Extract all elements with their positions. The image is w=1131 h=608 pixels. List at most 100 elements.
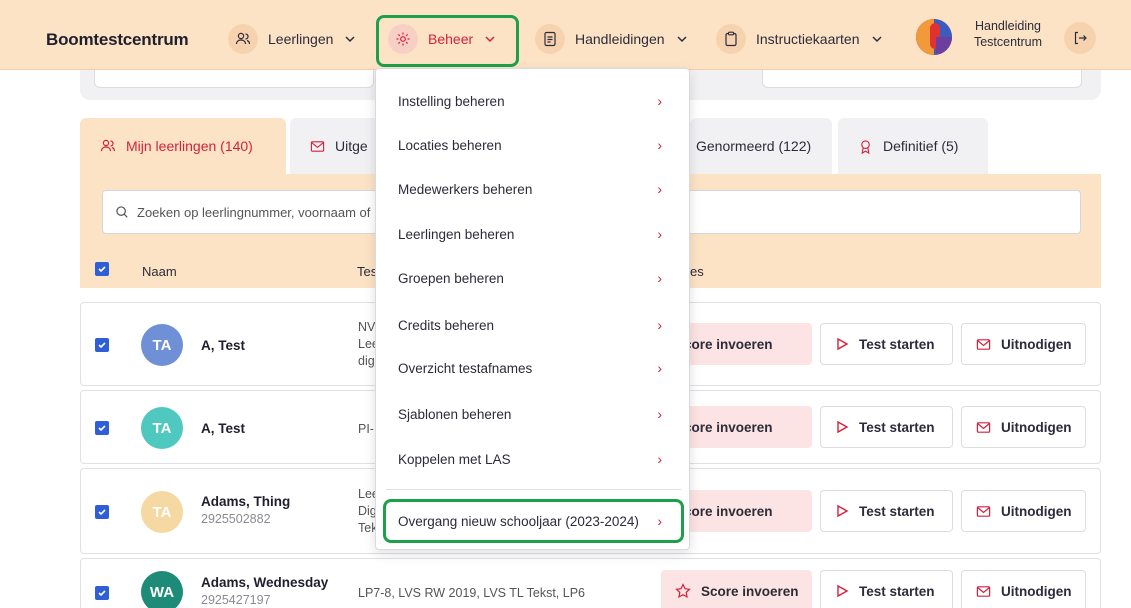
test-starten-button[interactable]: Test starten [820, 570, 953, 608]
menu-item-sjablonen-beheren[interactable]: Sjablonen beheren › [398, 406, 678, 422]
mail-icon [310, 140, 325, 152]
avatar[interactable] [916, 19, 952, 55]
uitnodigen-button[interactable]: Uitnodigen [961, 406, 1086, 448]
tab-label: Uitge [335, 138, 368, 154]
avatar: TA [141, 407, 183, 449]
nav-instructiekaarten[interactable]: Instructiekaarten [716, 22, 884, 56]
users-icon [100, 139, 116, 152]
menu-item-label: Instelling beheren [398, 93, 505, 109]
play-icon [837, 584, 849, 598]
tab-uitgenodigd[interactable]: Uitge [290, 118, 380, 174]
chevron-right-icon: › [657, 181, 662, 197]
check-icon [98, 509, 106, 516]
menu-item-label: Medewerkers beheren [398, 181, 533, 197]
menu-item-label: Groepen beheren [398, 270, 504, 286]
menu-divider [386, 489, 681, 490]
menu-item-overzicht-testafnames[interactable]: Overzicht testafnames › [398, 360, 678, 376]
brand-logo[interactable]: Boomtestcentrum [46, 30, 189, 50]
play-icon [837, 504, 849, 518]
menu-item-medewerkers-beheren[interactable]: Medewerkers beheren › [398, 181, 678, 197]
mail-icon [976, 505, 991, 517]
student-number: 2925427197 [201, 593, 271, 607]
avatar: WA [141, 571, 183, 608]
nav-leerlingen[interactable]: Leerlingen [228, 22, 357, 56]
handleiding-line1: Handleiding [974, 19, 1042, 33]
button-label: Uitnodigen [1001, 503, 1072, 519]
chevron-right-icon: › [657, 226, 662, 242]
nav-label: Leerlingen [268, 31, 334, 47]
test-starten-button[interactable]: Test starten [820, 323, 953, 365]
menu-item-credits-beheren[interactable]: Credits beheren › [398, 317, 678, 333]
beheer-dropdown-menu: Instelling beheren › Locaties beheren › Me… [375, 68, 690, 550]
student-name[interactable]: Adams, Wednesday [201, 575, 328, 590]
logout-button[interactable] [1064, 22, 1096, 54]
chevron-right-icon: › [657, 451, 662, 467]
mail-icon [976, 585, 991, 597]
play-icon [837, 420, 849, 434]
tab-label: Genormeerd (122) [696, 138, 812, 154]
row-checkbox[interactable] [95, 586, 109, 600]
menu-item-label: Koppelen met LAS [398, 451, 511, 467]
menu-item-locaties-beheren[interactable]: Locaties beheren › [398, 137, 678, 153]
document-icon [535, 24, 565, 54]
tab-genormeerd[interactable]: Genormeerd (122) [690, 118, 832, 174]
clipboard-icon [716, 24, 746, 54]
select-all-checkbox[interactable] [95, 262, 109, 276]
play-icon [837, 337, 849, 351]
row-checkbox[interactable] [95, 421, 109, 435]
search-icon [116, 206, 128, 218]
star-icon [675, 583, 691, 599]
nav-label: Handleidingen [575, 31, 665, 47]
menu-item-groepen-beheren[interactable]: Groepen beheren › [398, 270, 678, 286]
student-name[interactable]: A, Test [201, 421, 245, 436]
button-label: Uitnodigen [1001, 419, 1072, 435]
table-row: WA Adams, Wednesday 2925427197 LP7-8, LV… [80, 558, 1101, 608]
chevron-right-icon: › [657, 93, 662, 109]
student-name[interactable]: Adams, Thing [201, 494, 290, 509]
chevron-right-icon: › [657, 406, 662, 422]
row-checkbox[interactable] [95, 505, 109, 519]
avatar: TA [141, 324, 183, 366]
row-checkbox[interactable] [95, 338, 109, 352]
menu-item-koppelen-met-las[interactable]: Koppelen met LAS › [398, 451, 678, 467]
nav-handleidingen[interactable]: Handleidingen [535, 22, 689, 56]
tab-label: Mijn leerlingen (140) [126, 138, 253, 154]
menu-item-instelling-beheren[interactable]: Instelling beheren › [398, 93, 678, 109]
button-label: Test starten [859, 419, 935, 435]
filter-field[interactable] [762, 70, 1082, 88]
uitnodigen-button[interactable]: Uitnodigen [961, 323, 1086, 365]
chevron-down-icon [677, 36, 687, 43]
test-starten-button[interactable]: Test starten [820, 406, 953, 448]
test-starten-button[interactable]: Test starten [820, 490, 953, 532]
button-label: Uitnodigen [1001, 583, 1072, 599]
menu-item-label: Sjablonen beheren [398, 406, 512, 422]
award-icon [861, 139, 870, 154]
check-icon [98, 266, 106, 273]
column-header-naam[interactable]: Naam [142, 264, 177, 279]
button-label: Test starten [859, 583, 935, 599]
filter-field[interactable] [94, 70, 374, 88]
mail-icon [976, 421, 991, 433]
column-header-extra[interactable]: es [690, 264, 704, 279]
menu-item-leerlingen-beheren[interactable]: Leerlingen beheren › [398, 226, 678, 242]
highlight-box-beheer [376, 15, 519, 67]
menu-item-label: Credits beheren [398, 317, 495, 333]
tab-mijn-leerlingen[interactable]: Mijn leerlingen (140) [80, 118, 286, 174]
tab-definitief[interactable]: Definitief (5) [838, 118, 988, 174]
menu-item-label: Locaties beheren [398, 137, 502, 153]
chevron-down-icon [871, 36, 882, 43]
student-name[interactable]: A, Test [201, 338, 245, 353]
check-icon [98, 342, 106, 349]
chevron-right-icon: › [657, 137, 662, 153]
button-label: Uitnodigen [1001, 336, 1072, 352]
uitnodigen-button[interactable]: Uitnodigen [961, 570, 1086, 608]
menu-item-label: Overzicht testafnames [398, 360, 533, 376]
student-number: 2925502882 [201, 512, 271, 526]
handleiding-testcentrum-link[interactable]: Handleiding Testcentrum [968, 18, 1048, 50]
student-tests: LP7-8, LVS RW 2019, LVS TL Tekst, LP6 [358, 585, 585, 602]
check-icon [98, 590, 106, 597]
uitnodigen-button[interactable]: Uitnodigen [961, 490, 1086, 532]
highlight-box-overgang [383, 499, 684, 543]
score-invoeren-button[interactable]: Score invoeren [661, 570, 812, 608]
button-label: Test starten [859, 336, 935, 352]
